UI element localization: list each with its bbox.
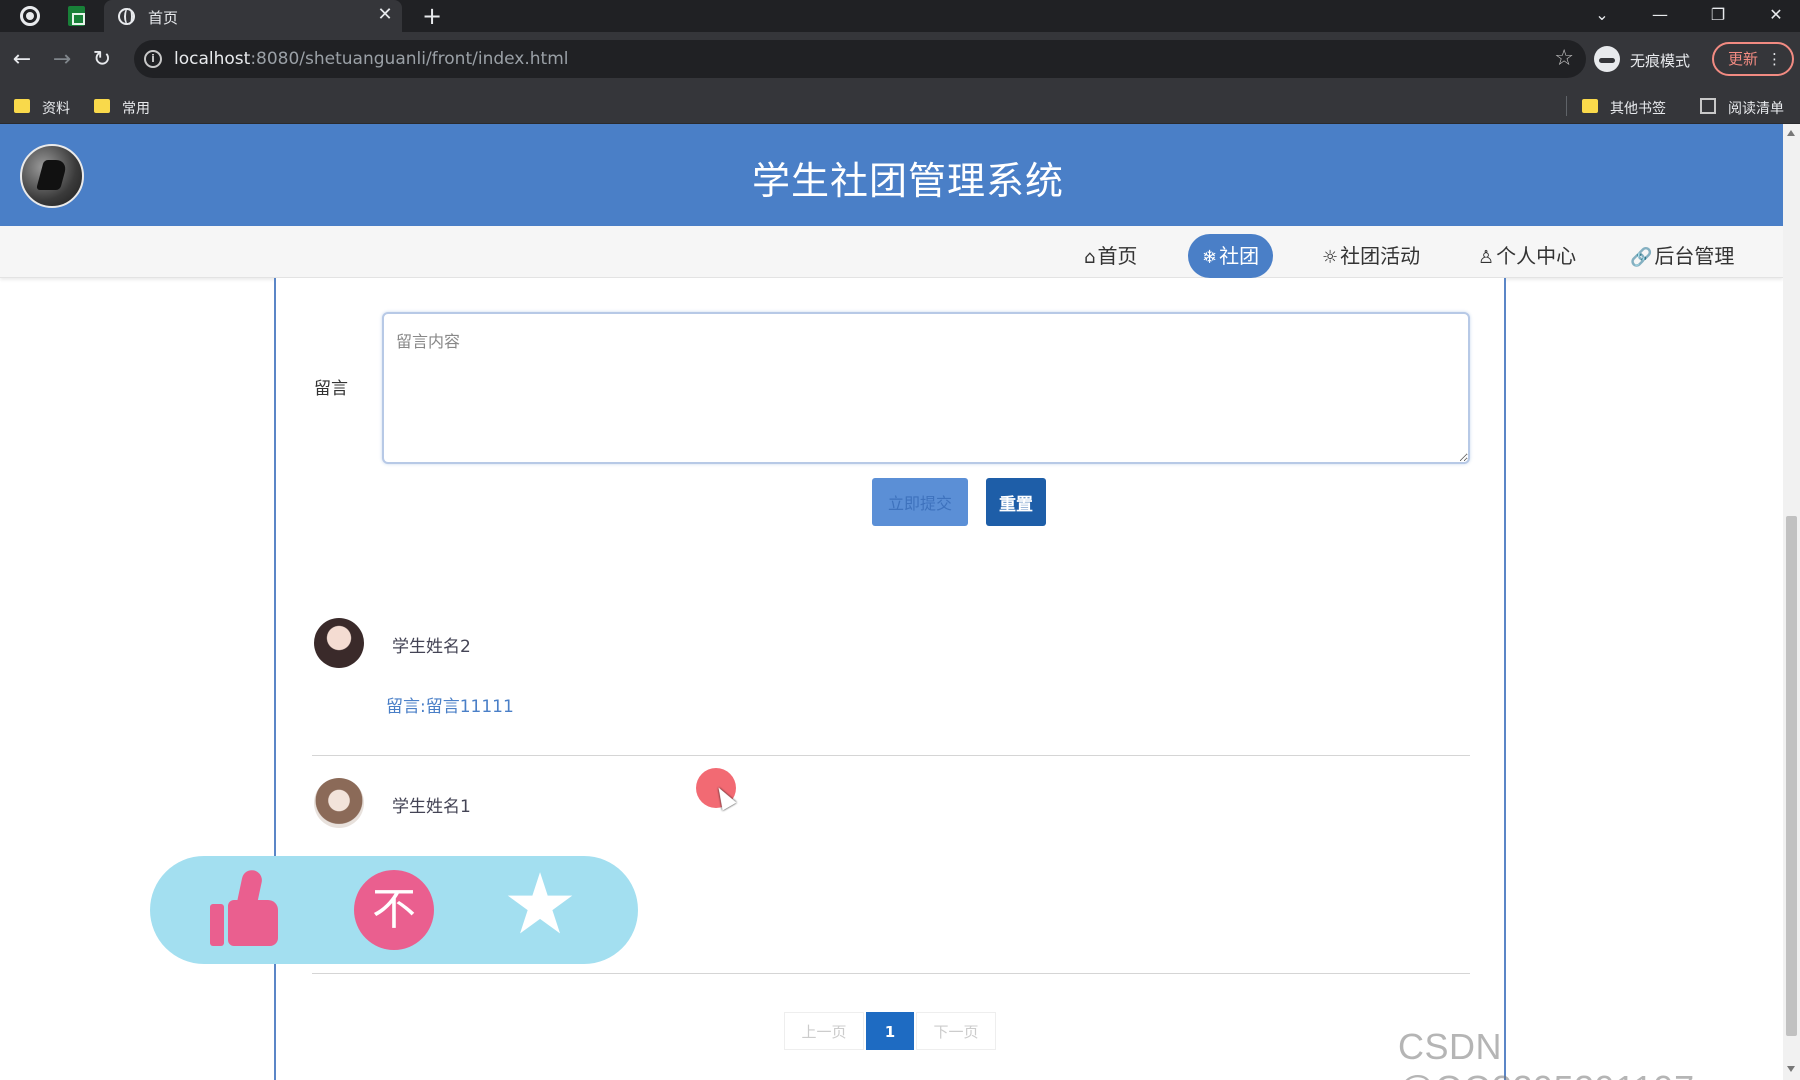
url-text[interactable]: localhost:8080/shetuanguanli/front/index… [174,49,569,69]
message-textarea[interactable] [382,312,1470,464]
menu-dots-icon[interactable]: ⋮ [1767,44,1782,74]
restore-icon[interactable]: ❐ [1700,2,1736,28]
page-title: 学生社团管理系统 [751,159,1064,203]
address-bar[interactable]: i localhost:8080/shetuanguanli/front/ind… [134,40,1586,78]
nav-personal-center[interactable]: ♙ 个人中心 [1478,234,1576,278]
reading-list-icon [1700,98,1716,114]
nav-home[interactable]: ⌂ 首页 [1084,234,1137,278]
globe-icon [118,8,135,25]
minimize-icon[interactable]: — [1642,2,1678,28]
submit-button[interactable]: 立即提交 [872,478,968,526]
new-tab-button[interactable]: + [418,2,446,30]
bookmark-star-icon[interactable]: ☆ [1554,46,1574,72]
scroll-up-icon[interactable] [1787,130,1795,136]
sun-icon: ☼ [1322,247,1339,268]
browser-toolbar: ← → ↻ i localhost:8080/shetuanguanli/fro… [0,32,1800,88]
folder-icon [94,99,110,113]
comment-author: 学生姓名2 [392,637,471,657]
avatar [314,618,364,668]
bookmarks-bar: 资料 常用 其他书签 阅读清单 [0,88,1800,124]
message-label: 留言 [314,379,348,399]
incognito-label: 无痕模式 [1630,52,1691,70]
comment-item: 学生姓名2 留言:留言11111 [312,618,1470,756]
browser-tab-bar: 首页 ✕ + ⌄ — ❐ ✕ [0,0,1800,32]
comment-text: 留言:留言11111 [386,697,514,717]
update-button[interactable]: 更新 ⋮ [1712,42,1794,76]
nav-clubs[interactable]: ❄ 社团 [1188,234,1274,278]
back-icon[interactable]: ← [8,46,36,74]
forward-icon[interactable]: → [48,46,76,74]
star-icon[interactable]: ★ [500,862,580,946]
prev-page-button[interactable]: 上一页 [784,1012,864,1050]
reset-button[interactable]: 重置 [986,478,1046,526]
sheets-tab-icon[interactable] [68,6,85,26]
tab-search-icon[interactable]: ⌄ [1584,2,1620,28]
info-icon[interactable]: i [144,50,162,68]
nav-admin[interactable]: 🔗 后台管理 [1630,234,1734,278]
nav-club-activities[interactable]: ☼ 社团活动 [1322,234,1420,278]
link-icon: 🔗 [1630,247,1653,268]
user-icon: ♙ [1478,247,1495,268]
avatar [314,778,364,828]
comment-author: 学生姓名1 [392,797,471,817]
thumbs-up-icon[interactable] [206,868,286,950]
incognito-icon [1594,46,1620,72]
reload-icon[interactable]: ↻ [88,46,116,74]
close-icon[interactable]: ✕ [374,4,396,26]
site-nav: ⌂ 首页 ❄ 社团 ☼ 社团活动 ♙ 个人中心 🔗 后台管理 [0,226,1783,278]
chrome-icon[interactable] [20,6,40,26]
watermark: CSDN @QQ3295391197 [1398,1026,1694,1080]
pin-top-icon: 不 [354,870,434,950]
snowflake-icon: ❄ [1202,247,1218,268]
page-number-button[interactable]: 1 [866,1012,914,1050]
bookmark-divider [1566,96,1567,116]
scroll-thumb[interactable] [1786,516,1797,1036]
next-page-button[interactable]: 下一页 [916,1012,996,1050]
window-close-icon[interactable]: ✕ [1758,2,1794,28]
active-tab[interactable]: 首页 ✕ [104,0,402,32]
incognito-indicator[interactable]: 无痕模式 [1594,44,1708,76]
pin-top-button[interactable]: 不 [354,870,434,950]
home-icon: ⌂ [1084,247,1096,268]
tab-title: 首页 [148,9,179,27]
folder-icon [14,99,30,113]
site-header: 学生社团管理系统 [0,124,1783,226]
page-scrollbar[interactable] [1783,124,1800,1080]
floating-action-panel: 不 ★ [150,856,638,964]
folder-icon [1582,99,1598,113]
